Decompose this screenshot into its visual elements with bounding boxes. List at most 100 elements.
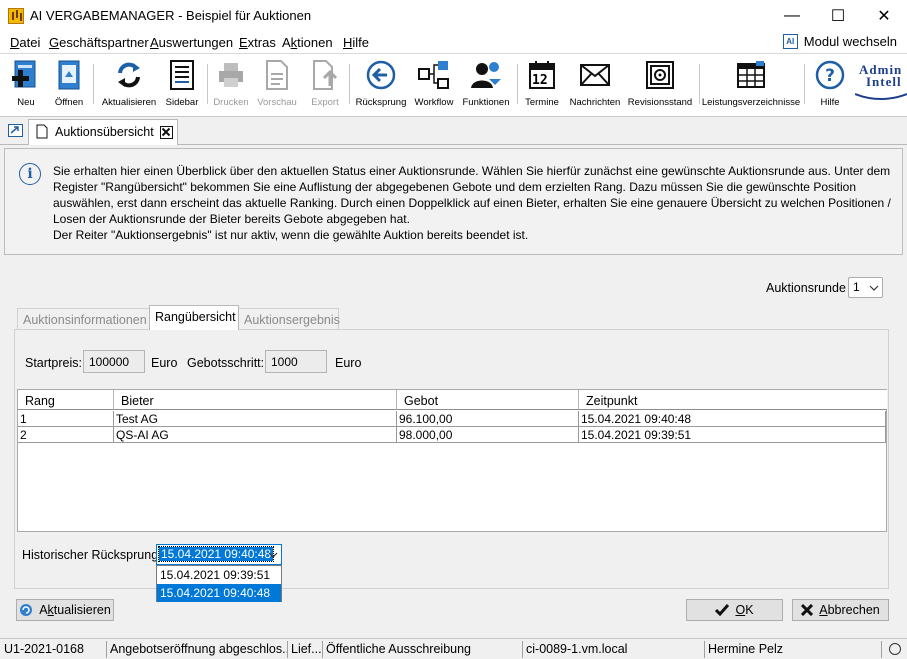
- modul-label: Modul wechseln: [803, 34, 897, 49]
- historischer-ruecksprung-select[interactable]: 15.04.2021 09:40:48: [156, 544, 282, 565]
- gebotsschritt-label: Gebotsschritt:: [187, 356, 265, 370]
- status-vergabe-id: U1-2021-0168: [4, 642, 84, 656]
- info-text-line: Sie erhalten hier einen Überblick über d…: [53, 164, 891, 178]
- toolbar-separator: [207, 64, 208, 104]
- abbrechen-button[interactable]: Abbrechen: [792, 599, 889, 621]
- ruecksprung-button[interactable]: Rücksprung: [356, 58, 406, 114]
- calendar-day: 12: [532, 73, 548, 88]
- startpreis-field[interactable]: 100000: [83, 350, 145, 373]
- envelope-icon: [579, 58, 611, 92]
- column-header-rang[interactable]: Rang: [18, 390, 114, 410]
- nachrichten-button[interactable]: Nachrichten: [569, 58, 621, 114]
- startpreis-euro-label: Euro: [151, 356, 178, 370]
- cell-zeitpunkt: 15.04.2021 09:39:51: [579, 427, 886, 443]
- toolbar-separator: [517, 64, 518, 104]
- back-arrow-icon: [365, 58, 397, 92]
- workflow-button[interactable]: Workflow: [414, 58, 454, 114]
- tab-auktionsergebnis[interactable]: Auktionsergebnis: [238, 308, 340, 329]
- cell-gebot: 98.000,00: [397, 427, 579, 443]
- status-separator: [322, 641, 323, 658]
- status-user: Hermine Pelz: [708, 642, 784, 656]
- oeffnen-button[interactable]: Öffnen: [52, 58, 86, 114]
- refresh-icon: [20, 604, 33, 616]
- menu-hilfe[interactable]: Hilfe: [343, 35, 369, 50]
- status-separator: [106, 641, 107, 658]
- app-icon: [8, 8, 24, 24]
- drucken-button[interactable]: Drucken: [213, 58, 249, 114]
- close-tab-icon[interactable]: [160, 126, 173, 139]
- vorschau-button[interactable]: Vorschau: [257, 58, 297, 114]
- ok-button[interactable]: OK: [686, 599, 783, 621]
- doc-tab-label: Auktionsübersicht: [55, 125, 154, 139]
- table-row[interactable]: 2 QS-AI AG 98.000,00 15.04.2021 09:39:51: [18, 427, 886, 443]
- menu-bar: Datei Geschäftspartner Auswertungen Extr…: [0, 31, 907, 53]
- status-separator: [881, 641, 882, 658]
- connection-status-icon: [889, 643, 901, 655]
- modul-icon: AI: [782, 34, 798, 49]
- tab-auktionsinformationen[interactable]: Auktionsinformationen: [17, 308, 150, 329]
- calendar-icon: 12: [526, 58, 558, 92]
- cell-rang: 1: [18, 411, 114, 427]
- toolbar-separator: [699, 64, 700, 104]
- window-title: AI VERGABEMANAGER - Beispiel für Auktion…: [30, 8, 312, 23]
- dropdown-option[interactable]: 15.04.2021 09:39:51: [157, 566, 281, 584]
- dropdown-option-selected[interactable]: 15.04.2021 09:40:48: [157, 584, 281, 602]
- toolbar: Neu Öffnen Aktualisieren Sidebar Drucken…: [0, 53, 907, 117]
- admin-intelligence-logo: Admin Intell: [855, 64, 907, 104]
- info-text-line: Losen der Auktionsrunde der Bieter berei…: [53, 212, 410, 226]
- toolbar-separator: [804, 64, 805, 104]
- table-grid-icon: [735, 58, 767, 92]
- sidebar-button[interactable]: Sidebar: [165, 58, 199, 114]
- info-icon: i: [19, 163, 41, 185]
- chevron-down-icon: [268, 552, 278, 558]
- refresh-icon: [113, 58, 145, 92]
- printer-icon: [215, 58, 247, 92]
- info-box: i Sie erhalten hier einen Überblick über…: [4, 148, 903, 255]
- funktionen-button[interactable]: Funktionen: [463, 58, 510, 114]
- cancel-x-icon: [801, 604, 814, 616]
- menu-aktionen[interactable]: Aktionen: [282, 35, 333, 50]
- cell-bieter: Test AG: [114, 411, 397, 427]
- close-button[interactable]: ✕: [861, 0, 907, 31]
- modul-wechseln-button[interactable]: AI Modul wechseln: [782, 34, 897, 49]
- menu-datei[interactable]: Datei: [10, 35, 40, 50]
- hist-select-value: 15.04.2021 09:40:48: [157, 546, 275, 562]
- minimize-button[interactable]: —: [769, 0, 815, 31]
- status-lief: Lief...: [291, 642, 322, 656]
- tab-rangübersicht[interactable]: Rangübersicht: [149, 305, 239, 330]
- revisionsstand-button[interactable]: Revisionsstand: [628, 58, 692, 114]
- status-host: ci-0089-1.vm.local: [526, 642, 628, 656]
- svg-text:?: ?: [825, 66, 835, 86]
- window-list-icon[interactable]: [8, 124, 23, 137]
- document-tab-strip: Auktionsübersicht: [0, 117, 907, 145]
- cell-gebot: 96.100,00: [397, 411, 579, 427]
- hilfe-button[interactable]: ? Hilfe: [813, 58, 847, 114]
- status-separator: [287, 641, 288, 658]
- maximize-button[interactable]: ☐: [815, 0, 861, 31]
- info-text-line: Der Reiter "Auktionsergebnis" ist nur ak…: [53, 228, 529, 242]
- menu-auswertungen[interactable]: Auswertungen: [150, 35, 233, 50]
- menu-geschaeftspartner[interactable]: Geschäftspartner: [49, 35, 149, 50]
- column-header-zeitpunkt[interactable]: Zeitpunkt: [579, 390, 887, 410]
- aktualisieren-button[interactable]: Aktualisieren: [16, 599, 114, 621]
- gebotsschritt-field[interactable]: 1000: [265, 350, 327, 373]
- chevron-down-icon: [869, 285, 879, 291]
- column-header-gebot[interactable]: Gebot: [397, 390, 579, 410]
- new-document-icon: [10, 58, 42, 92]
- neu-button[interactable]: Neu: [10, 58, 42, 114]
- table-row[interactable]: 1 Test AG 96.100,00 15.04.2021 09:40:48: [18, 411, 886, 427]
- functions-user-icon: [470, 58, 502, 92]
- safe-icon: [644, 58, 676, 92]
- leistungsverzeichnisse-button[interactable]: Leistungsverzeichnisse: [702, 58, 800, 114]
- title-bar: AI VERGABEMANAGER - Beispiel für Auktion…: [0, 0, 907, 31]
- export-button[interactable]: Export: [308, 58, 342, 114]
- aktualisieren-toolbar-button[interactable]: Aktualisieren: [102, 58, 156, 114]
- status-separator: [704, 641, 705, 658]
- column-header-bieter[interactable]: Bieter: [114, 390, 397, 410]
- export-icon: [309, 58, 341, 92]
- termine-button[interactable]: 12 Termine: [524, 58, 560, 114]
- tab-auktionsuebersicht[interactable]: Auktionsübersicht: [28, 119, 178, 145]
- menu-extras[interactable]: Extras: [239, 35, 276, 50]
- auktionsrunde-select[interactable]: 1: [848, 277, 883, 298]
- document-icon: [36, 124, 48, 139]
